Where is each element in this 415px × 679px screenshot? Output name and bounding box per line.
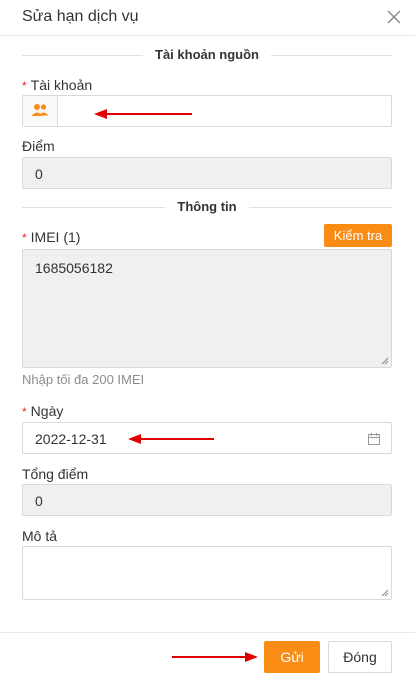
- total-points-value: 0: [35, 493, 43, 509]
- total-points-input: 0: [22, 484, 392, 516]
- section-info-header: Thông tin: [22, 199, 392, 215]
- check-button[interactable]: Kiểm tra: [324, 224, 392, 247]
- imei-label: * IMEI (1): [22, 229, 81, 245]
- date-picker[interactable]: 2022-12-31: [22, 422, 392, 454]
- imei-value: 1685056182: [35, 260, 113, 276]
- date-value: 2022-12-31: [35, 431, 107, 447]
- section-source-title: Tài khoản nguồn: [143, 47, 271, 62]
- description-textarea[interactable]: [22, 546, 392, 600]
- dialog-header: Sửa hạn dịch vụ: [0, 0, 415, 36]
- resize-handle-icon[interactable]: [381, 357, 389, 365]
- imei-textarea[interactable]: 1685056182: [22, 249, 392, 368]
- resize-handle-icon[interactable]: [381, 589, 389, 597]
- annotation-arrow-submit: [172, 652, 258, 662]
- close-button[interactable]: Đóng: [328, 641, 392, 673]
- account-label: * Tài khoản: [22, 77, 93, 93]
- date-label: * Ngày: [22, 403, 64, 419]
- account-input[interactable]: [22, 95, 392, 127]
- close-icon[interactable]: [383, 6, 405, 28]
- points-value: 0: [35, 166, 43, 182]
- description-label: Mô tả: [22, 528, 58, 544]
- submit-button[interactable]: Gửi: [264, 641, 320, 673]
- section-source-header: Tài khoản nguồn: [22, 47, 392, 63]
- calendar-icon[interactable]: [367, 432, 381, 446]
- account-addon: [23, 96, 58, 126]
- users-icon: [31, 104, 49, 116]
- points-label: Điểm: [22, 138, 55, 154]
- total-points-label: Tổng điểm: [22, 466, 89, 482]
- points-input: 0: [22, 157, 392, 189]
- section-info-title: Thông tin: [165, 199, 249, 214]
- dialog-title: Sửa hạn dịch vụ: [22, 8, 139, 25]
- imei-hint: Nhập tối đa 200 IMEI: [22, 372, 145, 387]
- footer-divider: [0, 632, 415, 633]
